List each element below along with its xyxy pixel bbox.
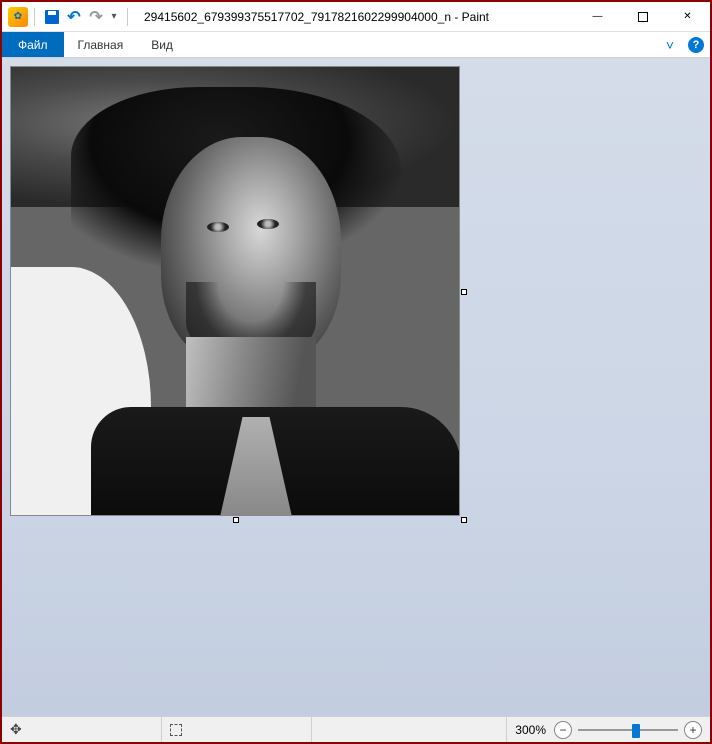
save-icon — [45, 10, 59, 24]
chevron-down-icon: ˅ — [666, 37, 674, 53]
zoom-track — [578, 729, 678, 731]
redo-icon: ↷ — [89, 7, 102, 27]
help-button[interactable]: ? — [682, 32, 710, 57]
app-icon: ✿ — [8, 7, 28, 27]
zoom-controls: 300% − + — [507, 721, 710, 739]
spacer — [187, 32, 658, 57]
undo-button[interactable]: ↶ — [63, 6, 85, 28]
resize-handle-bottom[interactable] — [233, 517, 239, 523]
statusbar: ✥ 300% − + — [2, 716, 710, 742]
minimize-icon: — — [593, 11, 603, 22]
selection-icon — [170, 724, 182, 736]
cursor-icon: ✥ — [10, 721, 22, 738]
tab-home[interactable]: Главная — [64, 32, 138, 57]
status-image-dimensions — [312, 717, 507, 742]
window-controls: — ✕ — [575, 2, 710, 32]
collapse-ribbon-button[interactable]: ˅ — [658, 32, 682, 57]
zoom-thumb[interactable] — [632, 724, 640, 738]
help-icon: ? — [688, 37, 704, 53]
tab-view[interactable]: Вид — [137, 32, 187, 57]
ribbon-tabs: Файл Главная Вид ˅ ? — [2, 32, 710, 58]
close-icon: ✕ — [683, 11, 691, 22]
image-content — [11, 67, 459, 515]
separator — [127, 8, 128, 26]
save-button[interactable] — [41, 6, 63, 28]
status-selection-size — [162, 717, 312, 742]
zoom-in-button[interactable]: + — [684, 721, 702, 739]
maximize-button[interactable] — [620, 2, 665, 32]
tab-file[interactable]: Файл — [2, 32, 64, 57]
canvas-area[interactable] — [2, 58, 710, 716]
separator — [34, 8, 35, 26]
minimize-button[interactable]: — — [575, 2, 620, 32]
titlebar: ✿ ↶ ↷ ▾ 29415602_679399375517702_7917821… — [2, 2, 710, 32]
resize-handle-corner[interactable] — [461, 517, 467, 523]
close-button[interactable]: ✕ — [665, 2, 710, 32]
window-title: 29415602_679399375517702_791782160229990… — [144, 10, 575, 24]
undo-icon: ↶ — [67, 7, 80, 27]
paint-window: ✿ ↶ ↷ ▾ 29415602_679399375517702_7917821… — [0, 0, 712, 744]
zoom-slider[interactable] — [578, 721, 678, 739]
resize-handle-right[interactable] — [461, 289, 467, 295]
canvas-image[interactable] — [10, 66, 460, 516]
zoom-out-button[interactable]: − — [554, 721, 572, 739]
plus-icon: + — [689, 724, 696, 736]
minus-icon: − — [559, 724, 566, 736]
qat-customize[interactable]: ▾ — [107, 6, 121, 28]
maximize-icon — [638, 12, 648, 22]
redo-button[interactable]: ↷ — [85, 6, 107, 28]
zoom-level: 300% — [515, 723, 546, 737]
status-cursor-position: ✥ — [2, 717, 162, 742]
